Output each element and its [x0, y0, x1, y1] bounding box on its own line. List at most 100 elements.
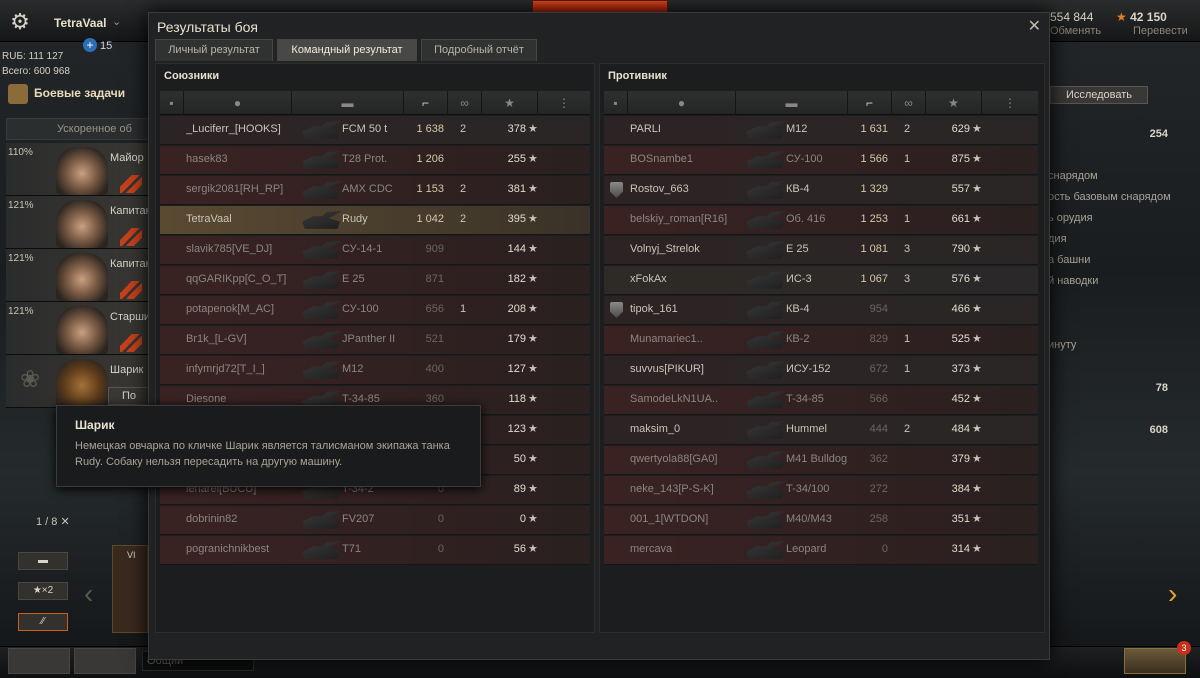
kills-col-icon[interactable]: ∞ [448, 91, 482, 115]
table-header: ▪ ● ▬ ⌐ ∞ ★ ⋮ [604, 91, 1038, 115]
xp-value: 384 [951, 483, 970, 495]
table-row[interactable]: PARLI M12 1 631 2 629 ★ [604, 116, 1038, 145]
table-row[interactable]: TetraVaal Rudy 1 042 2 395 ★ [160, 206, 590, 235]
exchange-link[interactable]: Обменять [1050, 25, 1101, 37]
player-name: hasek83 [186, 153, 228, 165]
table-row[interactable]: _Luciferr_[HOOKS] FCM 50 t 1 638 2 378 ★ [160, 116, 590, 145]
table-row[interactable]: Br1k_[L-GV] JPanther II 521 179 ★ [160, 326, 590, 355]
table-row[interactable]: Rostov_663 КВ-4 1 329 557 ★ [604, 176, 1038, 205]
crew-member[interactable]: 110% Майор [6, 143, 150, 196]
table-row[interactable]: maksim_0 Hummel 444 2 484 ★ [604, 416, 1038, 445]
table-row[interactable]: qqGARIKpp[C_O_T] E 25 871 182 ★ [160, 266, 590, 295]
damage-value: 1 081 [860, 243, 888, 255]
crew-button[interactable] [8, 648, 70, 674]
table-row[interactable]: suvvus[PIKUR] ИСУ-152 672 1 373 ★ [604, 356, 1038, 385]
damage-col-icon[interactable]: ⌐ [848, 91, 892, 115]
accel-label: Ускоренное об [57, 123, 132, 135]
plus-indicator[interactable]: +15 [83, 38, 112, 52]
tank-icon [746, 451, 786, 469]
notifications-button[interactable] [1124, 648, 1186, 674]
table-row[interactable]: tipok_161 КВ-4 954 466 ★ [604, 296, 1038, 325]
battle-tasks[interactable]: Боевые задачи [8, 84, 148, 110]
table-row[interactable]: mercava Leopard 0 314 ★ [604, 536, 1038, 565]
crew-member[interactable]: 121% Капитан [6, 249, 150, 302]
convert-link[interactable]: Перевести [1133, 25, 1188, 37]
damage-col-icon[interactable]: ⌐ [404, 91, 448, 115]
table-row[interactable]: Volnyj_Strelok E 25 1 081 3 790 ★ [604, 236, 1038, 265]
player-name: Munamariec1.. [630, 333, 703, 345]
crew-member[interactable]: 121% Капитан [6, 196, 150, 249]
tank-name: M12 [786, 123, 808, 135]
status-col-icon[interactable]: ⋮ [538, 91, 590, 115]
tab-team[interactable]: Командный результат [277, 39, 417, 61]
table-row[interactable]: pogranichnikbest T71 0 56 ★ [160, 536, 590, 565]
tank-icon [302, 361, 342, 379]
close-icon[interactable]: ✕ [1028, 16, 1041, 36]
tank-name: Hummel [786, 423, 827, 435]
table-row[interactable]: BOSnambe1 СУ-100 1 566 1 875 ★ [604, 146, 1038, 175]
crew-member[interactable]: 121% Старший [6, 302, 150, 355]
param-value: 254 [1149, 128, 1168, 140]
table-row[interactable]: sergik2081[RH_RP] AMX CDC 1 153 2 381 ★ [160, 176, 590, 205]
xp-col-icon[interactable]: ★ [482, 91, 538, 115]
xp-star-icon: ★ [528, 303, 538, 315]
xp-value: 557 [951, 183, 970, 195]
param-text: й наводки [1048, 275, 1099, 287]
damage-value: 272 [869, 483, 888, 495]
carousel-right-icon[interactable]: › [1168, 578, 1177, 610]
status-col-icon[interactable]: ⋮ [982, 91, 1038, 115]
gear-icon[interactable]: ⚙ [6, 8, 34, 36]
table-row[interactable]: slavik785[VE_DJ] СУ-14-1 909 144 ★ [160, 236, 590, 265]
player-name: neke_143[P-S-K] [630, 483, 714, 495]
research-button[interactable]: Исследовать [1050, 86, 1148, 104]
table-row[interactable]: infymrjd72[T_I_] M12 400 127 ★ [160, 356, 590, 385]
filter-tank-button[interactable]: ▬ [18, 552, 68, 570]
kills-value: 2 [459, 213, 467, 225]
table-row[interactable]: xFokAx ИС-3 1 067 3 576 ★ [604, 266, 1038, 295]
carousel-tank-card[interactable]: VI [112, 545, 148, 633]
kills-value: 2 [459, 183, 467, 195]
xp-col-icon[interactable]: ★ [926, 91, 982, 115]
resources: RUБ: 111 127 Всего: 600 968 [2, 49, 70, 79]
table-row[interactable]: qwertyola88[GA0] M41 Bulldog 362 379 ★ [604, 446, 1038, 475]
player-name: Diesone [186, 393, 227, 405]
table-row[interactable]: SamodeLkN1UA.. T-34-85 566 452 ★ [604, 386, 1038, 415]
player-col-icon[interactable]: ● [184, 91, 292, 115]
tab-personal[interactable]: Личный результат [155, 39, 273, 61]
tank-icon [302, 271, 342, 289]
platoon-col-icon[interactable]: ▪ [160, 91, 184, 115]
xp-value: 123 [507, 423, 526, 435]
x2-label: ×2 [41, 585, 54, 596]
tank-icon [302, 121, 342, 139]
xp-star-icon: ★ [972, 513, 982, 525]
tank-name: T28 Prot. [342, 153, 388, 165]
damage-value: 672 [869, 363, 888, 375]
table-row[interactable]: hasek83 T28 Prot. 1 206 255 ★ [160, 146, 590, 175]
chevron-down-icon[interactable]: ⌄ [112, 15, 121, 28]
player-col-icon[interactable]: ● [628, 91, 736, 115]
xp-value: 395 [507, 213, 526, 225]
filter-premium-button[interactable]: ⁄⁄ [18, 613, 68, 631]
username[interactable]: TetraVaal [54, 16, 106, 30]
tank-col-icon[interactable]: ▬ [736, 91, 848, 115]
mascot-button[interactable]: По [108, 387, 150, 405]
kills-col-icon[interactable]: ∞ [892, 91, 926, 115]
table-row[interactable]: belskiy_roman[R16] Об. 416 1 253 1 661 ★ [604, 206, 1038, 235]
table-row[interactable]: Munamariec1.. КВ-2 829 1 525 ★ [604, 326, 1038, 355]
damage-value: 566 [869, 393, 888, 405]
filter-x2-button[interactable]: ★×2 [18, 582, 68, 600]
carousel-left-icon[interactable]: ‹ [84, 578, 93, 610]
xp-star-icon: ★ [528, 453, 538, 465]
damage-value: 0 [437, 543, 444, 555]
table-row[interactable]: 001_1[WTDON] M40/M43 258 351 ★ [604, 506, 1038, 535]
table-row[interactable]: neke_143[P-S-K] T-34/100 272 384 ★ [604, 476, 1038, 505]
tab-detailed[interactable]: Подробный отчёт [421, 39, 537, 61]
accelerated-training[interactable]: Ускоренное об [6, 118, 150, 140]
table-row[interactable]: potapenok[M_AC] СУ-100 656 1 208 ★ [160, 296, 590, 325]
table-row[interactable]: dobrinin82 FV207 0 0 ★ [160, 506, 590, 535]
chat-button[interactable] [74, 648, 136, 674]
player-name: pogranichnikbest [186, 543, 270, 555]
tank-col-icon[interactable]: ▬ [292, 91, 404, 115]
close-icon[interactable]: ✕ [60, 516, 69, 528]
platoon-col-icon[interactable]: ▪ [604, 91, 628, 115]
